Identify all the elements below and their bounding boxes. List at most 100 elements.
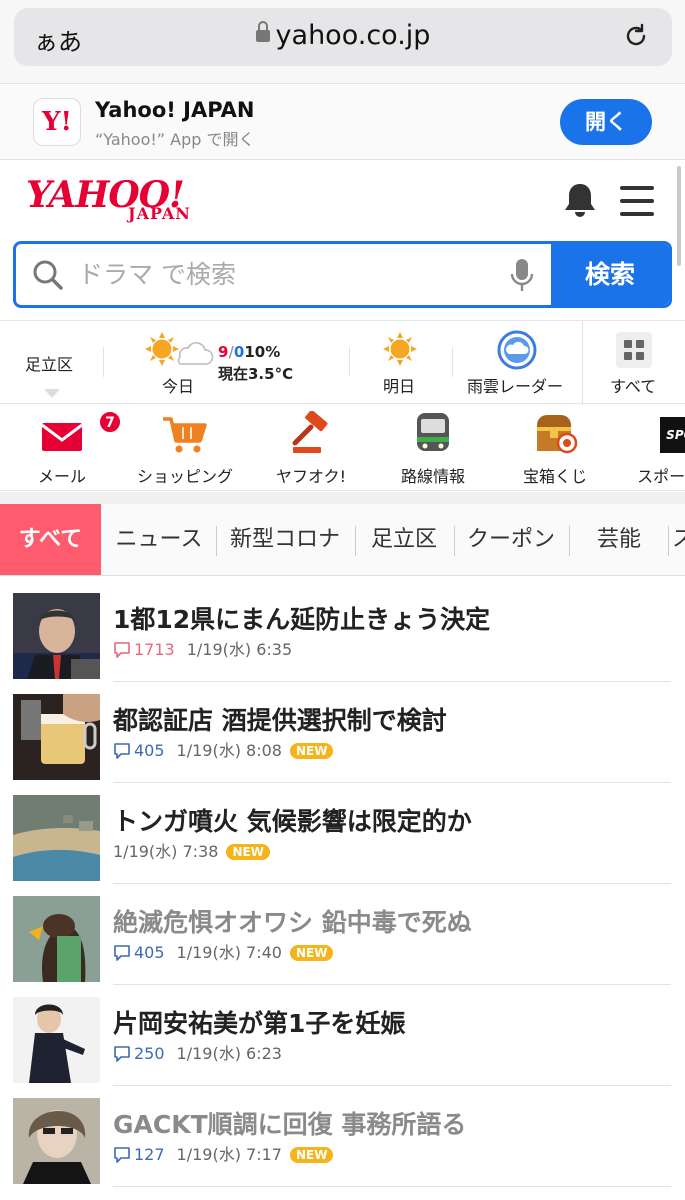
shopping-cart-icon bbox=[163, 417, 207, 453]
new-badge: NEW bbox=[289, 945, 334, 961]
service-transit[interactable]: 路線情報 bbox=[388, 405, 478, 490]
all-services-label[interactable]: すべて bbox=[610, 373, 656, 397]
comment-count[interactable]: 127 bbox=[113, 1145, 165, 1164]
tab-coupon[interactable]: クーポン bbox=[456, 504, 566, 575]
service-auction[interactable]: ヤフオク! bbox=[266, 405, 356, 490]
service-label: ショッピング bbox=[136, 467, 233, 486]
news-time: 1/19(水) 6:23 bbox=[176, 1044, 282, 1063]
tab-divider bbox=[569, 526, 570, 556]
news-item[interactable]: GACKT順調に回復 事務所語る 127 1/19(水) 7:17 NEW bbox=[0, 1086, 685, 1187]
tab-divider bbox=[668, 526, 669, 556]
reload-icon[interactable] bbox=[622, 22, 650, 50]
news-title[interactable]: GACKT順調に回復 事務所語る bbox=[113, 1105, 466, 1141]
news-thumbnail[interactable] bbox=[13, 997, 100, 1083]
sun-icon[interactable] bbox=[382, 331, 418, 367]
lock-icon bbox=[255, 21, 270, 42]
comment-count[interactable]: 405 bbox=[113, 741, 165, 760]
news-thumbnail[interactable] bbox=[13, 1098, 100, 1184]
news-title[interactable]: 都認証店 酒提供選択制で検討 bbox=[113, 701, 447, 737]
news-thumbnail[interactable] bbox=[13, 694, 100, 780]
address-bar[interactable]: ぁあ yahoo.co.jp bbox=[14, 8, 672, 66]
app-banner: Y! Yahoo! JAPAN “Yahoo!” App で開く 開く bbox=[0, 84, 685, 160]
url-text: yahoo.co.jp bbox=[275, 20, 431, 51]
service-mail[interactable]: 7 メール bbox=[22, 405, 122, 490]
news-item[interactable]: 絶滅危惧オオワシ 鉛中毒で死ぬ 405 1/19(水) 7:40 NEW bbox=[0, 884, 685, 985]
news-thumbnail[interactable] bbox=[13, 896, 100, 982]
tab-divider bbox=[216, 526, 217, 556]
news-thumbnail[interactable] bbox=[13, 593, 100, 679]
sun-cloud-icon[interactable] bbox=[144, 331, 214, 371]
bell-icon[interactable] bbox=[560, 180, 600, 220]
weather-temps: 9/010% bbox=[218, 343, 280, 361]
new-badge: NEW bbox=[289, 743, 334, 759]
news-item[interactable]: 片岡安祐美が第1子を妊娠 250 1/19(水) 6:23 bbox=[0, 985, 685, 1086]
weather-location[interactable]: 足立区 bbox=[25, 351, 73, 375]
service-shopping[interactable]: ショッピング bbox=[130, 405, 240, 490]
news-title[interactable]: 1都12県にまん延防止きょう決定 bbox=[113, 600, 490, 636]
tab-divider bbox=[355, 526, 356, 556]
new-badge: NEW bbox=[226, 844, 270, 860]
rain-radar-label[interactable]: 雨雲レーダー bbox=[467, 373, 563, 397]
search-icon bbox=[33, 260, 63, 290]
comment-icon bbox=[114, 743, 130, 759]
temp-high: 9 bbox=[218, 343, 229, 361]
news-meta: 1/19(水) 7:38 NEW bbox=[113, 838, 270, 862]
tab-covid[interactable]: 新型コロナ bbox=[218, 504, 352, 575]
news-meta: 405 1/19(水) 7:40 NEW bbox=[113, 939, 334, 963]
menu-icon[interactable] bbox=[620, 186, 656, 216]
grid-icon[interactable] bbox=[616, 332, 652, 368]
section-gap bbox=[0, 492, 685, 504]
divider bbox=[113, 1186, 671, 1187]
service-lottery[interactable]: 宝箱くじ bbox=[510, 405, 600, 490]
news-time: 1/19(水) 7:38 bbox=[113, 842, 219, 861]
news-title[interactable]: 絶滅危惧オオワシ 鉛中毒で死ぬ bbox=[113, 903, 472, 939]
news-thumbnail[interactable] bbox=[13, 795, 100, 881]
news-time: 1/19(水) 7:40 bbox=[176, 943, 282, 962]
comment-count-value: 1713 bbox=[134, 640, 175, 659]
comment-icon bbox=[114, 1046, 130, 1062]
news-tabs: すべて ニュース 新型コロナ 足立区 クーポン 芸能 ス bbox=[0, 504, 685, 576]
mail-icon bbox=[41, 423, 83, 451]
current-temp: 現在3.5°C bbox=[218, 365, 294, 383]
app-banner-subtitle: “Yahoo!” App で開く bbox=[95, 130, 255, 149]
precip-chance: 10% bbox=[244, 343, 281, 361]
comment-icon bbox=[114, 1147, 130, 1163]
comment-count-value: 250 bbox=[134, 1044, 165, 1063]
service-label: メール bbox=[37, 467, 86, 486]
url-display[interactable]: yahoo.co.jp bbox=[14, 20, 672, 51]
microphone-icon[interactable] bbox=[510, 258, 534, 294]
divider bbox=[582, 321, 583, 405]
news-item[interactable]: トンガ噴火 気候影響は限定的か 1/19(水) 7:38 NEW bbox=[0, 783, 685, 884]
divider bbox=[452, 347, 453, 377]
search-button[interactable]: 検索 bbox=[551, 244, 669, 305]
tab-news[interactable]: ニュース bbox=[104, 504, 214, 575]
news-title[interactable]: トンガ噴火 気候影響は限定的か bbox=[113, 802, 472, 838]
rain-radar-icon[interactable] bbox=[497, 330, 537, 370]
yahoo-logo[interactable]: YAHOO! JAPAN bbox=[26, 174, 206, 226]
comment-count[interactable]: 405 bbox=[113, 943, 165, 962]
weather-tomorrow-label: 明日 bbox=[383, 377, 416, 396]
service-label: スポーツ bbox=[637, 467, 685, 486]
open-app-button[interactable]: 開く bbox=[560, 99, 652, 145]
comment-count-value: 405 bbox=[134, 741, 165, 760]
news-item[interactable]: 1都12県にまん延防止きょう決定 1713 1/19(水) 6:35 bbox=[0, 581, 685, 682]
news-title[interactable]: 片岡安祐美が第1子を妊娠 bbox=[113, 1004, 405, 1040]
tab-sports[interactable]: ス bbox=[672, 504, 685, 575]
service-sports[interactable]: SPO スポーツ bbox=[624, 405, 685, 490]
news-meta: 1713 1/19(水) 6:35 bbox=[113, 636, 292, 660]
comment-count[interactable]: 250 bbox=[113, 1044, 165, 1063]
tab-local[interactable]: 足立区 bbox=[357, 504, 451, 575]
page-scrollbar[interactable] bbox=[677, 166, 681, 266]
new-badge: NEW bbox=[289, 1147, 334, 1163]
tab-divider bbox=[454, 526, 455, 556]
service-shortcuts: 7 メール ショッピング ヤフオク! 路線情報 宝箱くじ SP スポー bbox=[0, 405, 685, 491]
tab-all[interactable]: すべて bbox=[0, 504, 101, 575]
news-item[interactable]: 都認証店 酒提供選択制で検討 405 1/19(水) 8:08 NEW bbox=[0, 682, 685, 783]
treasure-chest-icon bbox=[537, 415, 578, 454]
weather-today-label: 今日 bbox=[162, 377, 195, 396]
comment-icon bbox=[114, 945, 130, 961]
search-input[interactable] bbox=[78, 254, 498, 294]
tab-entertainment[interactable]: 芸能 bbox=[571, 504, 667, 575]
comment-count[interactable]: 1713 bbox=[113, 640, 175, 659]
divider bbox=[103, 347, 104, 377]
